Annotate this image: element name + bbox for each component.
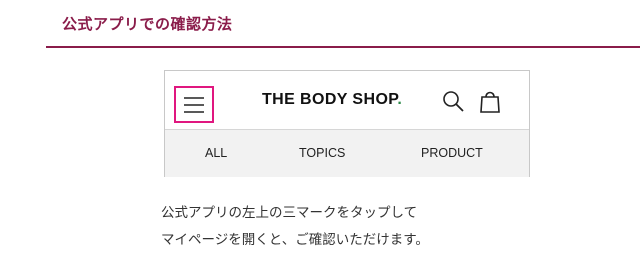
section-title: 公式アプリでの確認方法 bbox=[62, 15, 233, 33]
app-mockup: THE BODY SHOP. ALL TOPICS PRODUCT bbox=[164, 70, 530, 177]
brand-logo[interactable]: THE BODY SHOP. bbox=[262, 91, 402, 109]
hamburger-menu-icon[interactable] bbox=[174, 86, 214, 123]
brand-dot: . bbox=[397, 91, 403, 108]
nav-item-all[interactable]: ALL bbox=[205, 146, 227, 160]
brand-name: THE BODY SHOP bbox=[262, 91, 398, 108]
title-divider bbox=[46, 46, 640, 48]
caption-line-1: 公式アプリの左上の三マークをタップして bbox=[161, 205, 418, 221]
hamburger-lines bbox=[184, 96, 204, 113]
instruction-caption: 公式アプリの左上の三マークをタップして マイページを開くと、ご確認いただけます。 bbox=[161, 200, 541, 254]
app-header: THE BODY SHOP. bbox=[165, 71, 529, 127]
app-nav-bar: ALL TOPICS PRODUCT bbox=[165, 129, 529, 177]
search-icon[interactable] bbox=[441, 89, 465, 113]
nav-item-product[interactable]: PRODUCT bbox=[421, 146, 483, 160]
caption-line-2: マイページを開くと、ご確認いただけます。 bbox=[161, 232, 429, 248]
nav-item-topics[interactable]: TOPICS bbox=[299, 146, 345, 160]
bag-icon[interactable] bbox=[479, 88, 501, 114]
